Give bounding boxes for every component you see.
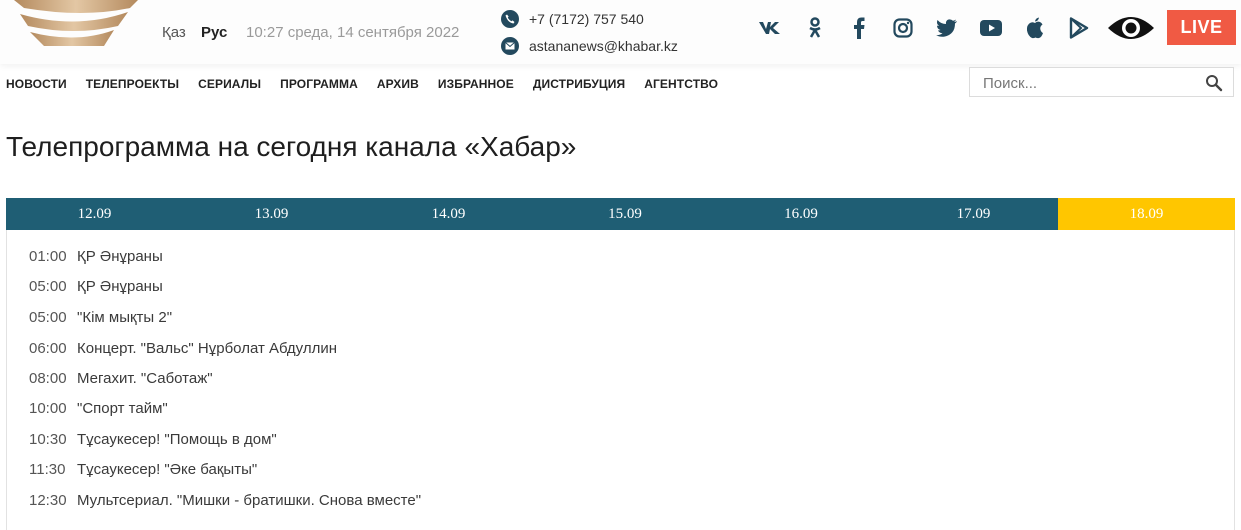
schedule-item[interactable]: 05:00 "Кім мықты 2": [29, 309, 172, 326]
schedule-time: 05:00: [29, 309, 67, 326]
eye-icon[interactable]: [1107, 12, 1155, 44]
schedule-time: 10:00: [29, 400, 67, 417]
khabar-logo[interactable]: [14, 0, 138, 50]
facebook-icon[interactable]: [846, 15, 872, 41]
schedule-title: Мегахит. "Саботаж": [77, 370, 213, 387]
schedule-item[interactable]: 05:00 ҚР Әнұраны: [29, 278, 163, 295]
tab-date-12-09[interactable]: 12.09: [6, 198, 183, 230]
language-russian[interactable]: Рус: [201, 24, 227, 41]
youtube-icon[interactable]: [978, 15, 1004, 41]
schedule-title: ҚР Әнұраны: [77, 278, 163, 295]
main-nav: Новости Телепроекты Сериалы Программа Ар…: [6, 77, 737, 91]
mail-icon: [501, 37, 519, 55]
schedule-title: Концерт. "Вальс" Нұрболат Абдуллин: [77, 340, 338, 357]
tab-date-13-09[interactable]: 13.09: [183, 198, 360, 230]
search-input[interactable]: [981, 69, 1205, 97]
tab-date-14-09[interactable]: 14.09: [360, 198, 537, 230]
schedule-item[interactable]: 08:00 Мегахит. "Саботаж": [29, 370, 213, 387]
twitter-icon[interactable]: [934, 15, 960, 41]
tab-date-18-09[interactable]: 18.09: [1058, 198, 1235, 230]
schedule-time: 01:00: [29, 248, 67, 265]
schedule-title: "Спорт тайм": [77, 400, 168, 417]
nav-item-news[interactable]: Новости: [6, 77, 67, 91]
google-play-icon[interactable]: [1066, 15, 1092, 41]
schedule-item[interactable]: 06:00 Концерт. "Вальс" Нұрболат Абдуллин: [29, 340, 337, 357]
schedule-title: Тұсаукесер! "Помощь в дом": [77, 431, 277, 448]
schedule-time: 06:00: [29, 340, 67, 357]
schedule-title: "Кім мықты 2": [77, 309, 173, 326]
vk-icon[interactable]: [757, 15, 783, 41]
date-tabs: 12.09 13.09 14.09 15.09 16.09 17.09 18.0…: [6, 198, 1235, 230]
phone-icon: [501, 10, 519, 28]
schedule-time: 05:00: [29, 278, 67, 295]
schedule-title: Тұсаукесер! "Әке бақыты": [77, 461, 258, 478]
schedule-item[interactable]: 11:30 Тұсаукесер! "Әке бақыты": [29, 461, 257, 478]
schedule-item[interactable]: 10:00 "Спорт тайм": [29, 400, 168, 417]
schedule-title: ҚР Әнұраны: [77, 248, 163, 265]
schedule-time: 10:30: [29, 431, 67, 448]
tab-date-17-09[interactable]: 17.09: [889, 198, 1058, 230]
search-icon[interactable]: [1205, 74, 1223, 92]
phone-number: +7 (7172) 757 540: [529, 11, 644, 27]
odnoklassniki-icon[interactable]: [802, 15, 828, 41]
contact-email[interactable]: astananews@khabar.kz: [501, 37, 678, 55]
live-button[interactable]: LIVE: [1167, 10, 1236, 45]
tab-date-16-09[interactable]: 16.09: [713, 198, 889, 230]
nav-item-favorites[interactable]: Избранное: [438, 77, 514, 91]
current-datetime: 10:27 среда, 14 сентября 2022: [246, 24, 460, 41]
nav-item-teleprojects[interactable]: Телепроекты: [86, 77, 179, 91]
apple-icon[interactable]: [1022, 15, 1048, 41]
schedule-time: 08:00: [29, 370, 67, 387]
nav-item-series[interactable]: Сериалы: [198, 77, 261, 91]
instagram-icon[interactable]: [890, 15, 916, 41]
schedule-title: Мультсериал. "Мишки - братишки. Снова вм…: [77, 492, 422, 509]
email-address: astananews@khabar.kz: [529, 38, 678, 54]
language-kazakh[interactable]: Қаз: [162, 24, 186, 41]
schedule-time: 11:30: [29, 461, 66, 478]
nav-item-distribution[interactable]: Дистрибуция: [533, 77, 625, 91]
tab-date-15-09[interactable]: 15.09: [537, 198, 713, 230]
schedule-item[interactable]: 10:30 Тұсаукесер! "Помощь в дом": [29, 431, 277, 448]
schedule-item[interactable]: 01:00 ҚР Әнұраны: [29, 248, 163, 265]
nav-item-agency[interactable]: Агентство: [644, 77, 718, 91]
page-title: Телепрограмма на сегодня канала «Хабар»: [6, 131, 577, 162]
nav-item-archive[interactable]: Архив: [377, 77, 419, 91]
contact-phone[interactable]: +7 (7172) 757 540: [501, 10, 644, 28]
schedule-time: 12:30: [29, 492, 67, 509]
schedule-item[interactable]: 12:30 Мультсериал. "Мишки - братишки. Сно…: [29, 492, 421, 509]
search-box: [969, 67, 1234, 97]
site-header: Қаз Рус 10:27 среда, 14 сентября 2022 +7…: [0, 0, 1241, 64]
schedule-list: 01:00 ҚР Әнұраны 05:00 ҚР Әнұраны 05:00 "Кі…: [6, 230, 1235, 530]
nav-item-program[interactable]: Программа: [280, 77, 358, 91]
